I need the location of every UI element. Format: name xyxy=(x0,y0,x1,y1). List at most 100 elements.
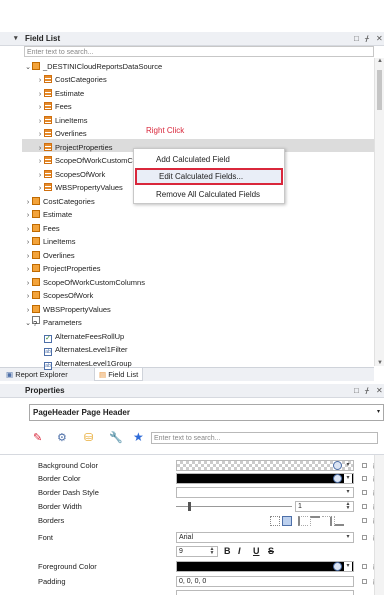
field-search-input[interactable]: Enter text to search... xyxy=(24,46,374,57)
properties-float-icon[interactable]: □ xyxy=(354,384,359,398)
foreground-color-wheel-icon[interactable] xyxy=(333,562,342,571)
pin-icon[interactable]: ᚋ xyxy=(365,32,369,46)
border-color-picker[interactable]: ▾ xyxy=(176,473,354,484)
padding-input[interactable]: 0, 0, 0, 0 xyxy=(176,576,354,587)
edit-calculated-fields-item[interactable]: Edit Calculated Fields... xyxy=(135,168,283,185)
field-tree-scrollbar[interactable]: ▲ ▼ xyxy=(374,58,384,366)
border-dash-dropdown-icon[interactable]: ▾ xyxy=(344,488,352,497)
font-name-select[interactable]: Arial ▾ xyxy=(176,532,354,543)
padding-reset-icon[interactable] xyxy=(362,579,367,584)
collapse-arrow-icon[interactable]: ▾ xyxy=(14,32,18,46)
tree-child-item[interactable]: › LineItems xyxy=(36,114,88,127)
font-name-dropdown-icon[interactable]: ▾ xyxy=(344,533,352,542)
border-dash-style-select[interactable]: ▾ xyxy=(176,487,354,498)
tree-top-item-label: WBSPropertyValues xyxy=(43,305,111,314)
tree-child-item[interactable]: › CostCategories xyxy=(36,73,107,86)
spinner-arrows-icon[interactable]: ▲ ▼ xyxy=(344,502,352,511)
border-right-icon[interactable] xyxy=(322,516,332,526)
tree-top-item[interactable]: › Fees xyxy=(24,222,60,235)
tree-top-item[interactable]: › Overlines xyxy=(24,249,75,262)
background-color-picker[interactable]: ▾ xyxy=(176,460,354,471)
close-icon[interactable]: ✕ xyxy=(376,32,383,46)
tree-top-item[interactable]: › ScopesOfWork xyxy=(24,289,93,302)
chevron-right-icon[interactable]: › xyxy=(24,209,32,222)
border-color-dropdown-icon[interactable]: ▾ xyxy=(344,474,352,483)
foreground-color-picker[interactable]: ▾ xyxy=(176,561,354,572)
italic-button[interactable]: I xyxy=(238,544,241,559)
border-width-slider-thumb[interactable] xyxy=(188,502,191,511)
selector-dropdown-icon[interactable]: ▾ xyxy=(377,405,380,420)
scroll-up-icon[interactable]: ▲ xyxy=(377,58,383,64)
tree-child-item[interactable]: › Estimate xyxy=(36,87,84,100)
chevron-right-icon[interactable]: › xyxy=(24,236,32,249)
border-none-icon[interactable] xyxy=(270,516,280,526)
properties-pin-icon[interactable]: ᚋ xyxy=(365,384,369,398)
tree-child-item[interactable]: › ScopeOfWorkCustomC xyxy=(36,154,133,167)
float-icon[interactable]: □ xyxy=(354,32,359,46)
tree-child-item[interactable]: › Overlines xyxy=(36,127,87,140)
foreground-color-reset-icon[interactable] xyxy=(362,564,367,569)
chevron-right-icon[interactable]: › xyxy=(36,74,44,87)
font-size-arrows-icon[interactable]: ▲ ▼ xyxy=(208,547,216,556)
font-size-spinner[interactable]: 9 ▲ ▼ xyxy=(176,546,218,557)
border-color-wheel-icon[interactable] xyxy=(333,474,342,483)
table-icon xyxy=(44,143,52,151)
strikethrough-button[interactable]: S xyxy=(268,544,274,559)
chevron-right-icon[interactable]: › xyxy=(36,128,44,141)
border-color-reset-icon[interactable] xyxy=(362,476,367,481)
context-menu: Add Calculated Field Edit Calculated Fie… xyxy=(133,148,285,204)
tree-child-item[interactable]: › Fees xyxy=(36,100,72,113)
borders-reset-icon[interactable] xyxy=(362,518,367,523)
tree-top-item[interactable]: › ProjectProperties xyxy=(24,262,101,275)
tree-child-item[interactable]: › ProjectProperties xyxy=(36,141,113,154)
row-font-style: 9 ▲ ▼ B I U S xyxy=(0,544,384,559)
chevron-right-icon[interactable]: › xyxy=(24,290,32,303)
datasource-icon xyxy=(32,278,40,286)
component-selector[interactable]: PageHeader Page Header ▾ xyxy=(29,404,384,421)
border-width-reset-icon[interactable] xyxy=(362,504,367,509)
foreground-color-dropdown-icon[interactable]: ▾ xyxy=(344,562,352,571)
color-wheel-icon[interactable] xyxy=(333,461,342,470)
underline-button[interactable]: U xyxy=(253,544,260,559)
field-list-tab-icon: ▤ xyxy=(99,370,107,379)
border-all-icon[interactable] xyxy=(282,516,292,526)
tree-top-item[interactable]: › Estimate xyxy=(24,208,72,221)
tree-parameter-item[interactable]: ✓ AlternateFeesRollUp xyxy=(36,330,124,343)
border-dash-reset-icon[interactable] xyxy=(362,490,367,495)
font-reset-icon[interactable] xyxy=(362,535,367,540)
chevron-down-icon[interactable]: ⌄ xyxy=(24,317,32,330)
reset-square-icon[interactable] xyxy=(362,463,367,468)
scroll-down-icon[interactable]: ▼ xyxy=(377,360,383,366)
properties-scrollbar[interactable] xyxy=(374,455,384,595)
border-bottom-icon[interactable] xyxy=(334,516,344,526)
tree-parameter-item[interactable]: ab AlternatesLevel1Filter xyxy=(36,343,128,356)
borders-label: Borders xyxy=(38,516,65,525)
background-color-dropdown-icon[interactable]: ▾ xyxy=(344,461,352,470)
table-icon xyxy=(44,170,52,178)
tree-top-item[interactable]: › LineItems xyxy=(24,235,76,248)
add-calculated-field-item[interactable]: Add Calculated Field xyxy=(134,151,284,168)
chevron-right-icon[interactable]: › xyxy=(36,182,44,195)
chevron-right-icon[interactable]: › xyxy=(36,101,44,114)
border-top-icon[interactable] xyxy=(310,516,320,526)
remove-all-calculated-fields-item[interactable]: Remove All Calculated Fields xyxy=(134,186,284,203)
chevron-down-icon[interactable]: ⌄ xyxy=(24,61,32,74)
tree-root[interactable]: ⌄ _DESTINICloudReportsDataSource xyxy=(24,60,162,73)
tree-top-item[interactable]: › CostCategories xyxy=(24,195,95,208)
properties-close-icon[interactable]: ✕ xyxy=(376,384,383,398)
tree-parameters[interactable]: ⌄? Parameters xyxy=(24,316,82,329)
border-width-spinner[interactable]: 1 ▲ ▼ xyxy=(295,501,354,512)
tree-top-item[interactable]: › ScopeOfWorkCustomColumns xyxy=(24,276,145,289)
chevron-right-icon[interactable]: › xyxy=(24,263,32,276)
bold-button[interactable]: B xyxy=(224,544,231,559)
tree-top-item-label: ScopeOfWorkCustomColumns xyxy=(43,278,145,287)
scroll-thumb[interactable] xyxy=(377,70,382,110)
tree-child-item[interactable]: › ScopesOfWork xyxy=(36,168,105,181)
tree-top-item[interactable]: › WBSPropertyValues xyxy=(24,303,111,316)
tree-parameter-item[interactable]: ab AlternatesLevel1Group xyxy=(36,357,132,370)
tree-top-item-label: CostCategories xyxy=(43,197,95,206)
tree-child-item[interactable]: › WBSPropertyValues xyxy=(36,181,123,194)
border-width-slider-track[interactable] xyxy=(176,506,292,507)
border-left-icon[interactable] xyxy=(298,516,308,526)
chevron-right-icon[interactable]: › xyxy=(36,155,44,168)
